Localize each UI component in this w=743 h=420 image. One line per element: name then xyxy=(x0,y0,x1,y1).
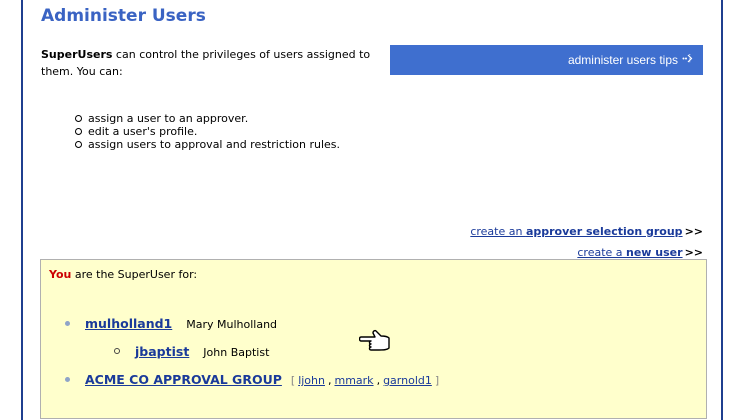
pointing-hand-icon xyxy=(358,328,393,357)
superuser-heading: You are the SuperUser for: xyxy=(49,268,197,281)
user-row: mulholland1 Mary Mulholland xyxy=(65,316,277,331)
arrow-cross-icon xyxy=(682,53,693,67)
arrows: >> xyxy=(684,225,703,238)
group-link-acme[interactable]: ACME CO APPROVAL GROUP xyxy=(85,372,282,387)
list-item: edit a user's profile. xyxy=(75,125,395,138)
user-row: jbaptist John Baptist xyxy=(114,344,269,359)
user-fullname: John Baptist xyxy=(203,346,270,359)
open-bracket: [ xyxy=(290,374,296,387)
user-link-jbaptist[interactable]: jbaptist xyxy=(135,344,189,359)
tips-label: administer users tips xyxy=(567,53,678,67)
bullet-icon xyxy=(65,321,70,326)
create-approver-group-link[interactable]: create an approver selection group xyxy=(470,225,682,238)
link-prefix: create an xyxy=(470,225,526,238)
member-link-garnold1[interactable]: garnold1 xyxy=(383,374,432,387)
member-link-ljohn[interactable]: ljohn xyxy=(298,374,325,387)
page-title: Administer Users xyxy=(41,6,206,26)
administer-users-panel: Administer Users SuperUsers can control … xyxy=(21,0,723,420)
link-bold: approver selection group xyxy=(525,225,683,238)
create-approver-group-row: create an approver selection group >> xyxy=(470,221,703,242)
bullet-icon xyxy=(114,348,120,354)
capabilities-list: assign a user to an approver. edit a use… xyxy=(75,112,395,151)
link-prefix: create a xyxy=(577,246,627,259)
list-item: assign users to approval and restriction… xyxy=(75,138,395,151)
link-bold: new user xyxy=(626,246,683,259)
create-new-user-link[interactable]: create a new user xyxy=(577,246,682,259)
arrows: >> xyxy=(684,246,703,259)
list-item: assign a user to an approver. xyxy=(75,112,395,125)
group-row: ACME CO APPROVAL GROUP [ ljohn , mmark ,… xyxy=(65,372,442,387)
member-link-mmark[interactable]: mmark xyxy=(334,374,373,387)
bullet-icon xyxy=(65,377,70,382)
action-links: create an approver selection group >> cre… xyxy=(470,221,703,263)
intro-text: SuperUsers can control the privileges of… xyxy=(41,46,391,80)
user-link-mulholland1[interactable]: mulholland1 xyxy=(85,316,172,331)
close-bracket: ] xyxy=(434,374,440,387)
separator: , xyxy=(376,374,381,387)
administer-users-tips-button[interactable]: administer users tips xyxy=(390,45,703,75)
separator: , xyxy=(327,374,332,387)
intro-bold: SuperUsers xyxy=(41,48,113,61)
user-fullname: Mary Mulholland xyxy=(186,318,278,331)
superuser-box: You are the SuperUser for: mulholland1 M… xyxy=(40,259,707,419)
heading-rest: are the SuperUser for: xyxy=(71,268,198,281)
you-label: You xyxy=(49,268,72,281)
